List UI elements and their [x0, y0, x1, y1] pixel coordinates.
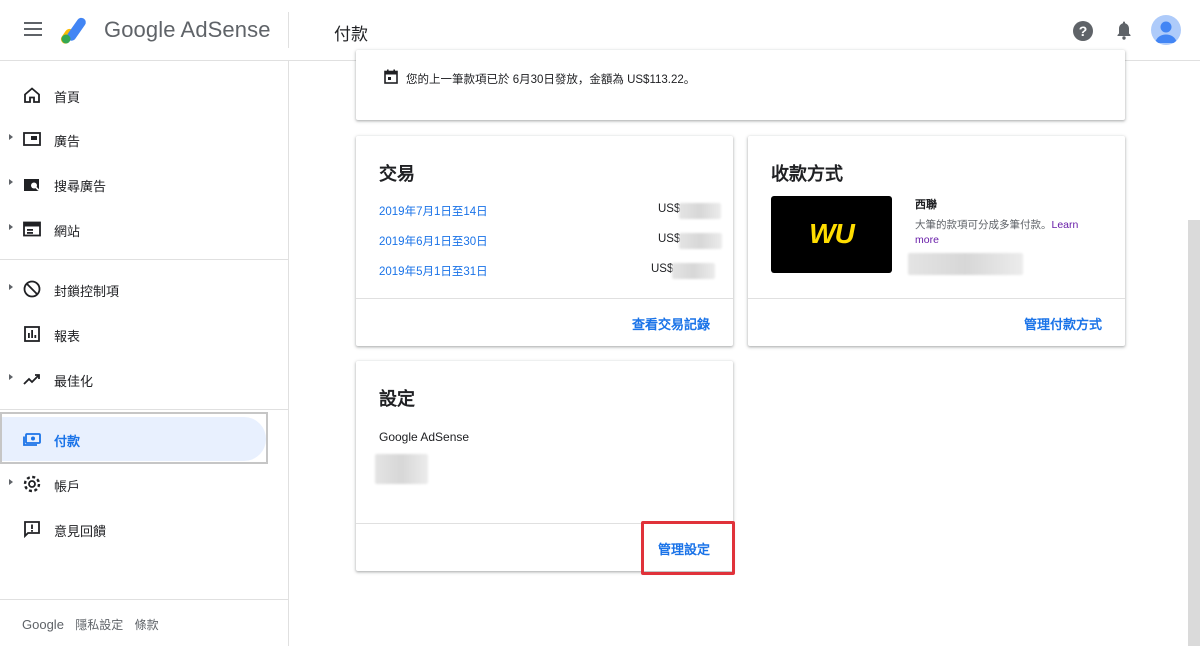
calendar-icon: [384, 69, 398, 84]
sidebar-item-label: 帳戶: [54, 479, 81, 494]
settings-card: 設定 Google AdSense 管理設定: [356, 361, 733, 571]
card-footer: 查看交易記錄: [356, 298, 733, 346]
terms-link[interactable]: 條款: [135, 618, 159, 632]
expand-caret-icon[interactable]: [9, 134, 13, 140]
sidebar-item-label: 搜尋廣告: [54, 179, 107, 194]
active-item-outline: [0, 412, 268, 464]
transaction-period-link[interactable]: 2019年5月1日至31日: [379, 263, 488, 279]
card-footer: 管理付款方式: [748, 298, 1125, 346]
notifications-bell-icon[interactable]: [1115, 20, 1133, 40]
sidebar-item-label: 首頁: [54, 90, 81, 105]
header-divider: [288, 12, 289, 48]
sidebar-item-ads[interactable]: 廣告: [0, 117, 289, 161]
transaction-amount: US$: [651, 263, 674, 275]
last-payment-text: 您的上一筆款項已於 6月30日發放，金額為 US$113.22。: [406, 74, 696, 86]
expand-caret-icon[interactable]: [9, 479, 13, 485]
expand-caret-icon[interactable]: [9, 179, 13, 185]
home-icon: [24, 87, 40, 103]
payment-method-card: 收款方式 WU 西聯 大筆的款項可分成多筆付款。Learn more 管理付款方…: [748, 136, 1125, 346]
sidebar-item-reports[interactable]: 報表: [0, 312, 289, 356]
sidebar-item-label: 最佳化: [54, 374, 94, 389]
transaction-period-link[interactable]: 2019年6月1日至30日: [379, 233, 488, 249]
sidebar-item-account[interactable]: 帳戶: [0, 462, 289, 506]
payment-method-name: 西聯: [915, 199, 937, 211]
sidebar-item-label: 廣告: [54, 134, 81, 149]
manage-payment-methods-button[interactable]: 管理付款方式: [1024, 314, 1102, 333]
transactions-card: 交易 2019年7月1日至14日 US$ 2019年6月1日至30日 US$ 2…: [356, 136, 733, 346]
expand-caret-icon[interactable]: [9, 224, 13, 230]
sidebar-item-label: 報表: [54, 329, 81, 344]
sidebar-item-blocking-controls[interactable]: 封鎖控制項: [0, 267, 289, 311]
sidebar-item-label: 封鎖控制項: [54, 284, 120, 299]
account-gear-icon: [23, 475, 41, 493]
privacy-link[interactable]: 隱私設定: [75, 618, 123, 632]
sidebar-item-label: 網站: [54, 224, 81, 239]
redacted-amount: [679, 203, 721, 219]
search-ads-icon: [24, 179, 40, 192]
sidebar-item-home[interactable]: 首頁: [0, 73, 289, 117]
menu-icon[interactable]: [24, 22, 42, 36]
expand-caret-icon[interactable]: [9, 374, 13, 380]
redacted-amount: [679, 233, 722, 249]
card-footer: 管理設定: [356, 523, 733, 571]
optimization-icon: [23, 374, 40, 385]
person-icon: [1155, 21, 1177, 43]
redacted-settings-info: [375, 454, 428, 484]
block-icon: [23, 280, 41, 298]
transaction-period-link[interactable]: 2019年7月1日至14日: [379, 203, 488, 219]
adsense-logo-icon: [60, 17, 86, 44]
sidebar-item-search-ads[interactable]: 搜尋廣告: [0, 162, 289, 206]
sidebar-divider: [0, 259, 289, 260]
card-title: 設定: [379, 389, 415, 409]
google-footer-logo: Google: [22, 617, 64, 632]
last-payment-card: 您的上一筆款項已於 6月30日發放，金額為 US$113.22。: [356, 50, 1125, 120]
user-avatar[interactable]: [1151, 15, 1181, 45]
description-text: 大筆的款項可分成多筆付款。: [915, 219, 1052, 231]
page-title: 付款: [334, 25, 368, 44]
page-scrollbar[interactable]: [1188, 220, 1200, 646]
payment-method-description: 大筆的款項可分成多筆付款。Learn more: [915, 218, 1105, 248]
western-union-logo-text: WU: [809, 218, 855, 249]
card-title: 交易: [379, 164, 415, 184]
sidebar-divider: [0, 409, 289, 410]
transaction-amount: US$: [658, 233, 681, 245]
western-union-logo: WU: [771, 196, 892, 273]
table-row: 2019年6月1日至30日 US$: [379, 233, 722, 253]
sites-icon: [23, 221, 41, 237]
table-row: 2019年7月1日至14日 US$: [379, 203, 722, 223]
view-transactions-button[interactable]: 查看交易記錄: [632, 314, 710, 333]
feedback-icon: [24, 521, 40, 539]
help-icon[interactable]: ?: [1073, 21, 1093, 41]
sidebar-footer: Google 隱私設定 條款: [22, 616, 167, 633]
table-row: 2019年5月1日至31日 US$: [379, 263, 722, 283]
sidebar-item-optimization[interactable]: 最佳化: [0, 357, 289, 401]
sidebar-item-sites[interactable]: 網站: [0, 207, 289, 251]
settings-product-name: Google AdSense: [379, 430, 470, 444]
transaction-amount: US$: [658, 203, 681, 215]
sidebar-item-label: 意見回饋: [54, 524, 107, 539]
sidebar-item-feedback[interactable]: 意見回饋: [0, 507, 289, 551]
sidebar-divider: [0, 599, 289, 600]
manage-settings-button[interactable]: 管理設定: [658, 539, 710, 558]
app-name: Google AdSense: [104, 17, 271, 42]
card-title: 收款方式: [771, 164, 843, 184]
expand-caret-icon[interactable]: [9, 284, 13, 290]
ads-icon: [23, 132, 41, 146]
redacted-amount: [672, 263, 715, 279]
sidebar-nav: 首頁 廣告 搜尋廣告 網站 封鎖控制項 報表 最佳化 付款 帳戶 意見回饋: [0, 61, 289, 646]
redacted-payee-info: [908, 253, 1023, 275]
reports-icon: [24, 326, 40, 342]
